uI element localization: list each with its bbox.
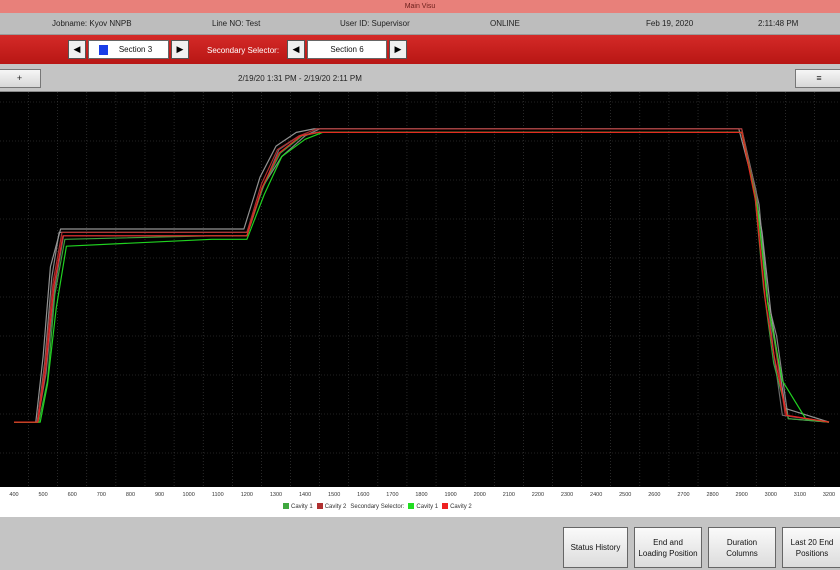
secondary-selector-label: Secondary Selector: [207, 46, 280, 55]
legend-swatch [408, 503, 415, 509]
settings-button[interactable]: ≡ [795, 69, 840, 88]
primary-next-button[interactable]: ▶ [171, 40, 189, 59]
user-id-text: User ID: Supervisor [340, 19, 410, 28]
x-tick-label: 2000 [474, 492, 486, 498]
primary-section-value: Section 3 [118, 45, 153, 54]
legend-label: Cavity 2 [450, 504, 472, 510]
legend-item-4: Cavity 2 [442, 503, 472, 510]
series-line-1 [14, 131, 830, 423]
x-tick-label: 3200 [823, 492, 835, 498]
series-line-2 [14, 128, 830, 423]
x-tick-label: 1300 [270, 492, 282, 498]
x-tick-label: 400 [9, 492, 18, 498]
series-line-4 [14, 128, 830, 423]
legend-swatch [283, 503, 289, 509]
x-tick-label: 2500 [619, 492, 631, 498]
trend-chart-svg [0, 92, 840, 487]
date-text: Feb 19, 2020 [646, 19, 694, 28]
duration-columns-button[interactable]: Duration Columns [708, 527, 776, 568]
chart-toolbar: + 2/19/20 1:31 PM - 2/19/20 2:11 PM ≡ [0, 64, 840, 92]
series-line-0 [14, 128, 830, 423]
x-tick-label: 1700 [386, 492, 398, 498]
legend-swatch [442, 503, 449, 509]
bottom-button-panel: Status History End and Loading Position … [0, 517, 840, 570]
secondary-next-button[interactable]: ▶ [389, 40, 407, 59]
x-tick-label: 3100 [794, 492, 806, 498]
selector-bar: ◀ Section 3 ▶ Secondary Selector: ◀ Sect… [0, 35, 840, 64]
x-tick-label: 700 [97, 492, 106, 498]
trend-chart[interactable] [0, 92, 840, 487]
window-title: Main Visu [404, 3, 436, 10]
x-tick-label: 900 [155, 492, 164, 498]
x-tick-label: 1500 [328, 492, 340, 498]
secondary-prev-button[interactable]: ◀ [287, 40, 305, 59]
primary-section-field[interactable]: Section 3 [88, 40, 169, 59]
x-tick-label: 2300 [561, 492, 573, 498]
section-color-swatch [99, 45, 108, 55]
x-tick-label: 1000 [183, 492, 195, 498]
legend-label: Cavity 1 [291, 504, 313, 510]
x-tick-label: 2800 [706, 492, 718, 498]
x-tick-label: 2100 [503, 492, 515, 498]
legend-label: Cavity 1 [416, 504, 439, 510]
x-axis-bar: 400 500 600 700 800 900 1000 1100 1200 1300 1400 15… [0, 487, 840, 517]
line-no-text: Line NO: Test [212, 19, 261, 28]
legend-swatch [316, 503, 323, 509]
plus-icon: + [16, 73, 23, 83]
primary-prev-button[interactable]: ◀ [68, 40, 86, 59]
x-axis-ticks: 400 500 600 700 800 900 1000 1100 1200 1300 1400 15… [9, 492, 835, 498]
last-20-end-positions-button[interactable]: Last 20 End Positions [782, 527, 840, 568]
legend-item-1: Cavity 2 [316, 503, 347, 510]
triangle-left-icon: ◀ [292, 44, 300, 54]
x-tick-label: 1100 [212, 492, 224, 498]
x-tick-label: 2700 [677, 492, 689, 498]
x-tick-label: 3000 [765, 492, 777, 498]
time-text: 2:11:48 PM [758, 19, 799, 28]
settings-icon: ≡ [816, 73, 822, 83]
online-status: ONLINE [490, 19, 520, 28]
legend-label: Secondary Selector: [350, 504, 405, 510]
x-tick-label: 1400 [299, 492, 311, 498]
legend-item-0: Cavity 1 [283, 503, 313, 510]
status-history-button[interactable]: Status History [563, 527, 628, 568]
legend-item-3: Cavity 1 [408, 503, 438, 510]
x-tick-label: 500 [39, 492, 48, 498]
legend-label: Cavity 2 [324, 504, 347, 510]
x-tick-label: 600 [68, 492, 77, 498]
x-tick-label: 1900 [444, 492, 456, 498]
series-line-3 [14, 131, 830, 423]
end-loading-position-button[interactable]: End and Loading Position [634, 527, 702, 568]
series-line-6 [14, 131, 830, 423]
triangle-right-icon: ▶ [176, 44, 184, 54]
triangle-left-icon: ◀ [73, 44, 81, 54]
x-tick-label: 1600 [357, 492, 369, 498]
secondary-section-field[interactable]: Section 6 [307, 40, 387, 59]
jobname-text: Jobname: Kyov NNPB [52, 19, 132, 28]
info-bar: Jobname: Kyov NNPB Line NO: Test User ID… [0, 13, 840, 35]
x-tick-label: 2200 [532, 492, 544, 498]
x-tick-label: 800 [126, 492, 135, 498]
x-tick-label: 2600 [648, 492, 660, 498]
chart-legend: Cavity 1 Cavity 2 Secondary Selector: Cavit… [283, 503, 476, 513]
time-range-label: 2/19/20 1:31 PM - 2/19/20 2:11 PM [238, 74, 362, 83]
window-title-bar: Main Visu [0, 0, 840, 13]
series-line-5 [14, 131, 830, 423]
add-button[interactable]: + [0, 69, 41, 88]
legend-item-2: Secondary Selector: [350, 504, 404, 510]
x-tick-label: 1800 [415, 492, 427, 498]
x-tick-label: 1200 [241, 492, 253, 498]
x-tick-label: 2900 [736, 492, 748, 498]
triangle-right-icon: ▶ [394, 44, 402, 54]
secondary-section-value: Section 6 [330, 45, 364, 54]
x-tick-label: 2400 [590, 492, 602, 498]
